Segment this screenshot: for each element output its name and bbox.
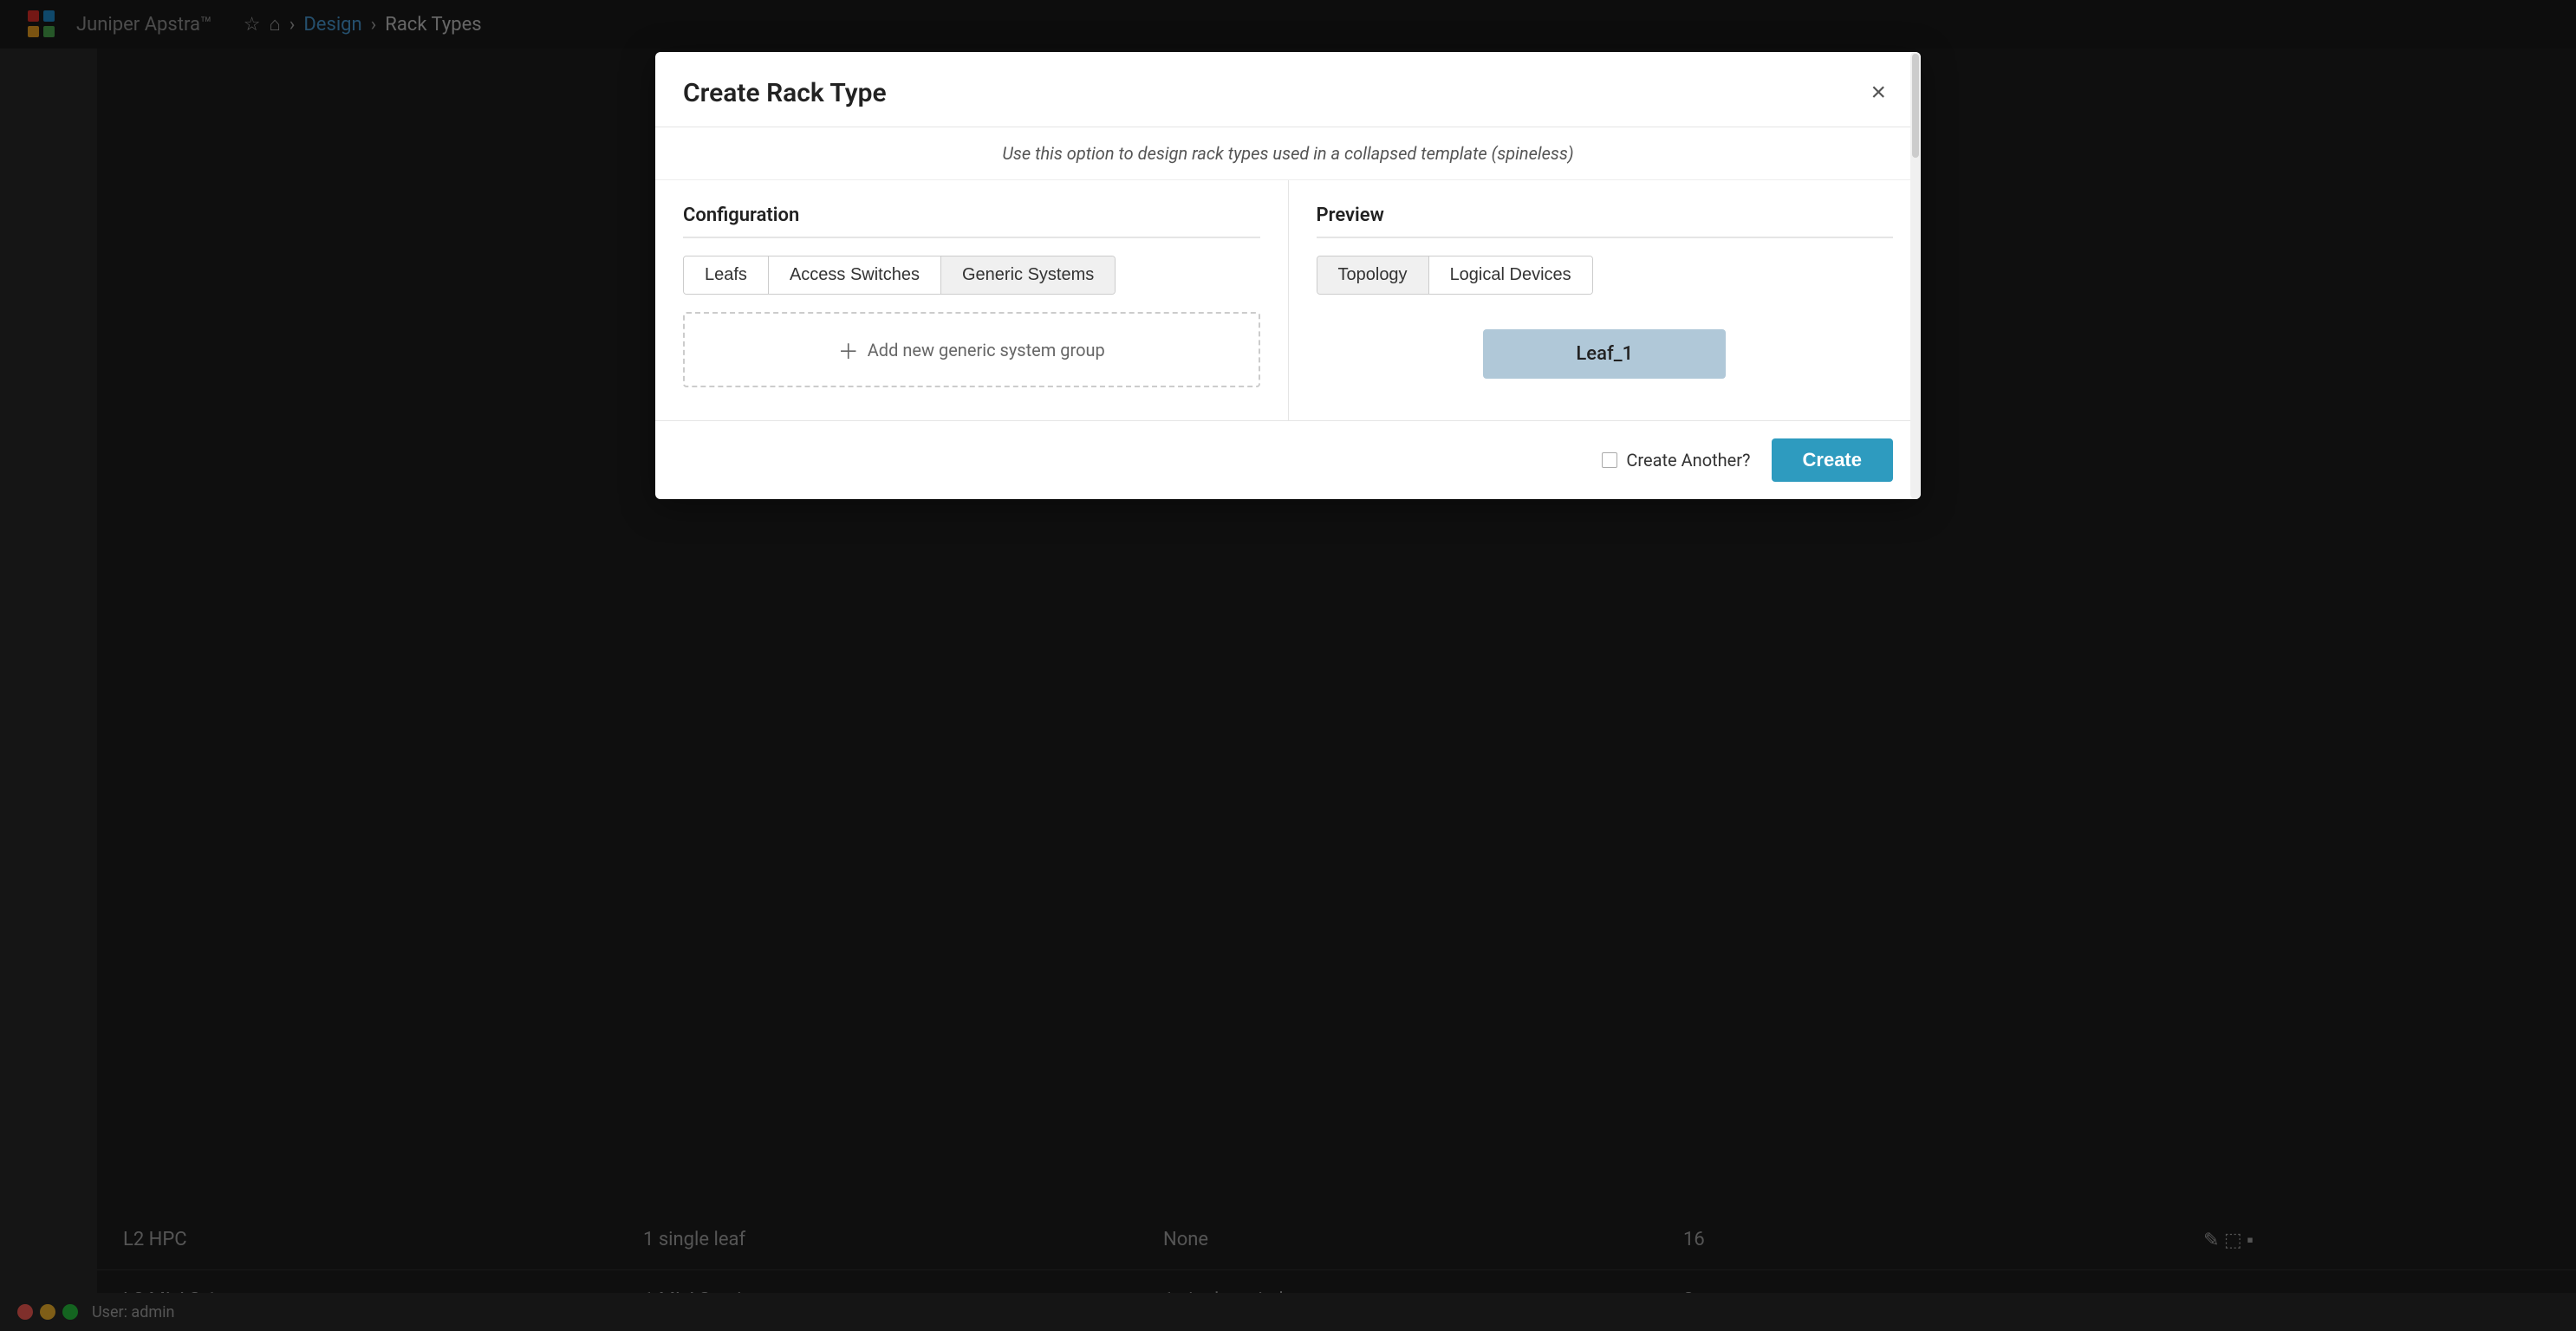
modal-header: Create Rack Type × bbox=[655, 52, 1921, 127]
plus-icon: ＋ bbox=[838, 334, 859, 365]
preview-panel-title: Preview bbox=[1317, 205, 1894, 238]
add-group-label: Add new generic system group bbox=[868, 340, 1105, 360]
modal-overlay: Create Rack Type × Use this option to de… bbox=[0, 0, 2576, 1331]
create-another-checkbox[interactable] bbox=[1602, 452, 1617, 468]
tab-generic-systems[interactable]: Generic Systems bbox=[941, 256, 1115, 294]
create-button[interactable]: Create bbox=[1772, 438, 1893, 482]
modal-footer: Create Another? Create bbox=[655, 420, 1921, 499]
preview-panel: Preview Topology Logical Devices Leaf_1 bbox=[1289, 180, 1922, 420]
leaf-node: Leaf_1 bbox=[1483, 329, 1726, 379]
add-group-box[interactable]: ＋ Add new generic system group bbox=[683, 312, 1260, 387]
modal-body: Configuration Leafs Access Switches Gene… bbox=[655, 180, 1921, 420]
close-button[interactable]: × bbox=[1864, 76, 1893, 109]
modal-title: Create Rack Type bbox=[683, 78, 887, 108]
tab-access-switches[interactable]: Access Switches bbox=[769, 256, 941, 294]
create-another-text: Create Another? bbox=[1626, 450, 1750, 471]
tab-logical-devices[interactable]: Logical Devices bbox=[1429, 256, 1592, 294]
create-rack-type-modal: Create Rack Type × Use this option to de… bbox=[655, 52, 1921, 499]
scrollbar-track[interactable] bbox=[1910, 180, 1921, 420]
config-tab-group: Leafs Access Switches Generic Systems bbox=[683, 256, 1116, 295]
preview-tab-group: Topology Logical Devices bbox=[1317, 256, 1593, 295]
config-panel-title: Configuration bbox=[683, 205, 1260, 238]
tab-leafs[interactable]: Leafs bbox=[684, 256, 769, 294]
config-panel: Configuration Leafs Access Switches Gene… bbox=[655, 180, 1289, 420]
modal-subtitle: Use this option to design rack types use… bbox=[655, 127, 1921, 180]
tab-topology[interactable]: Topology bbox=[1317, 256, 1429, 294]
create-another-checkbox-label[interactable]: Create Another? bbox=[1602, 450, 1750, 471]
